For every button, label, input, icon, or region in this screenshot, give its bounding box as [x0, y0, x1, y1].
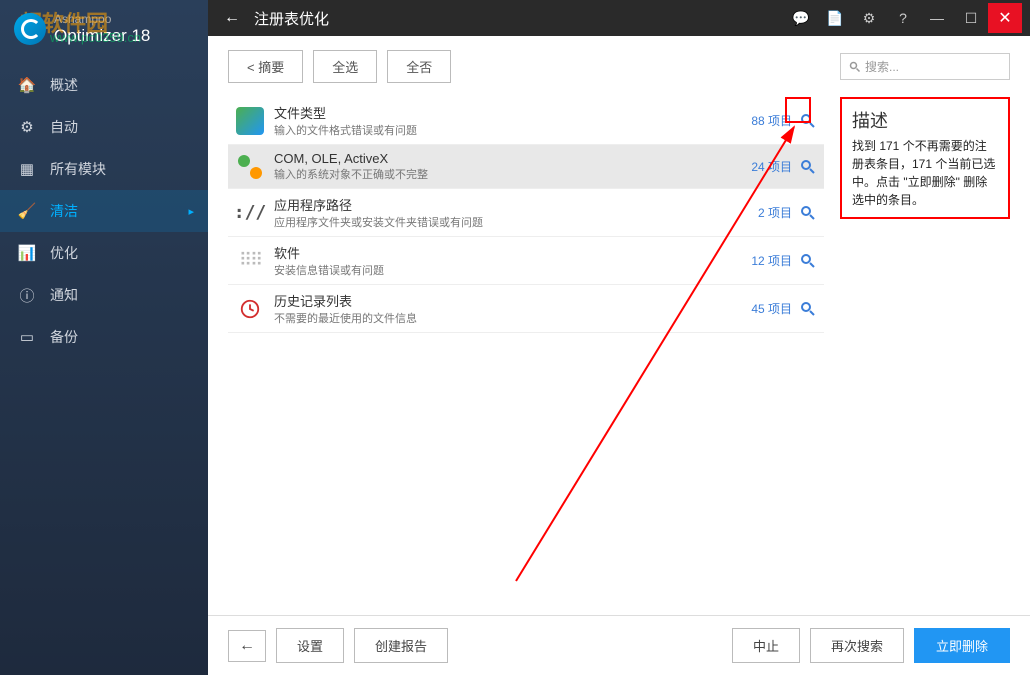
magnify-icon[interactable] [800, 301, 816, 317]
row-desc: 安装信息错误或有问题 [274, 262, 751, 278]
nav-list: 🏠 概述 ⚙ 自动 ▦ 所有模块 🧹 清洁 📊 优化 ⓘ 通知 ▭ 备份 [0, 64, 208, 675]
report-button[interactable]: 创建报告 [354, 628, 448, 663]
path-icon: :// [236, 199, 264, 227]
sidebar: 超软件园 www.pc0359.cn Ashampoo Optimizer 18… [0, 0, 208, 675]
summary-button[interactable]: < 摘要 [228, 50, 303, 83]
stop-button[interactable]: 中止 [732, 628, 800, 663]
rescan-button[interactable]: 再次搜索 [810, 628, 904, 663]
window-controls: 💬 📄 ⚙ ? — ☐ ✕ [784, 3, 1022, 33]
gear-icon[interactable]: ⚙ [852, 3, 886, 33]
com-icon [236, 153, 264, 181]
software-icon: ⠿⠿ [236, 247, 264, 275]
magnify-icon[interactable] [800, 159, 816, 175]
minimize-icon[interactable]: — [920, 3, 954, 33]
list-item[interactable]: 文件类型输入的文件格式错误或有问题 88 项目 [228, 97, 824, 145]
help-icon[interactable]: ? [886, 3, 920, 33]
search-input[interactable]: 搜索... [840, 53, 1010, 80]
nav-label: 概述 [50, 75, 78, 95]
row-desc: 不需要的最近使用的文件信息 [274, 310, 751, 326]
back-button[interactable]: ← [216, 5, 248, 31]
main-area: ← 注册表优化 💬 📄 ⚙ ? — ☐ ✕ < 摘要 全选 全否 搜索... 文… [208, 0, 1030, 675]
home-icon: 🏠 [18, 76, 36, 94]
magnify-icon[interactable] [800, 205, 816, 221]
nav-label: 备份 [50, 327, 78, 347]
settings-button[interactable]: 设置 [276, 628, 344, 663]
page-title: 注册表优化 [254, 8, 784, 29]
nav-auto[interactable]: ⚙ 自动 [0, 106, 208, 148]
row-title: COM, OLE, ActiveX [274, 151, 751, 166]
select-all-button[interactable]: 全选 [313, 50, 377, 83]
row-title: 历史记录列表 [274, 291, 751, 310]
list-item[interactable]: ⠿⠿ 软件安装信息错误或有问题 12 项目 [228, 237, 824, 285]
titlebar: ← 注册表优化 💬 📄 ⚙ ? — ☐ ✕ [208, 0, 1030, 36]
row-title: 应用程序路径 [274, 195, 758, 214]
watermark-line2: www.pc0359.cn [50, 30, 141, 45]
note-icon[interactable]: 📄 [818, 3, 852, 33]
description-panel: 描述 找到 171 个不再需要的注册表条目，171 个当前已选中。点击 "立即删… [840, 97, 1010, 219]
row-title: 文件类型 [274, 103, 751, 122]
footer: ← 设置 创建报告 中止 再次搜索 立即删除 [208, 615, 1030, 675]
magnify-icon[interactable] [800, 253, 816, 269]
nav-modules[interactable]: ▦ 所有模块 [0, 148, 208, 190]
logo-area: 超软件园 www.pc0359.cn Ashampoo Optimizer 18 [0, 0, 208, 64]
nav-label: 通知 [50, 285, 78, 305]
grid-icon: ▦ [18, 160, 36, 178]
row-desc: 输入的文件格式错误或有问题 [274, 122, 751, 138]
close-icon[interactable]: ✕ [988, 3, 1022, 33]
chat-icon[interactable]: 💬 [784, 3, 818, 33]
search-placeholder: 搜索... [865, 58, 899, 75]
nav-clean[interactable]: 🧹 清洁 [0, 190, 208, 232]
nav-optimize[interactable]: 📊 优化 [0, 232, 208, 274]
nav-notify[interactable]: ⓘ 通知 [0, 274, 208, 316]
nav-label: 清洁 [50, 201, 78, 221]
select-none-button[interactable]: 全否 [387, 50, 451, 83]
description-title: 描述 [852, 107, 998, 133]
row-count: 12 项目 [751, 252, 792, 269]
row-count: 24 项目 [751, 158, 792, 175]
row-count: 2 项目 [758, 204, 792, 221]
delete-now-button[interactable]: 立即删除 [914, 628, 1010, 663]
toolbar: < 摘要 全选 全否 搜索... [208, 36, 1030, 97]
row-desc: 输入的系统对象不正确或不完整 [274, 166, 751, 182]
history-icon [236, 295, 264, 323]
row-title: 软件 [274, 243, 751, 262]
registry-list: 文件类型输入的文件格式错误或有问题 88 项目 COM, OLE, Active… [228, 97, 824, 615]
content-area: 文件类型输入的文件格式错误或有问题 88 项目 COM, OLE, Active… [208, 97, 1030, 615]
footer-back-button[interactable]: ← [228, 630, 266, 662]
nav-label: 所有模块 [50, 159, 106, 179]
list-item[interactable]: COM, OLE, ActiveX输入的系统对象不正确或不完整 24 项目 [228, 145, 824, 189]
search-icon [849, 61, 861, 73]
gauge-icon: 📊 [18, 244, 36, 262]
nav-label: 优化 [50, 243, 78, 263]
row-desc: 应用程序文件夹或安装文件夹错误或有问题 [274, 214, 758, 230]
list-item[interactable]: :// 应用程序路径应用程序文件夹或安装文件夹错误或有问题 2 项目 [228, 189, 824, 237]
maximize-icon[interactable]: ☐ [954, 3, 988, 33]
backup-icon: ▭ [18, 328, 36, 346]
info-icon: ⓘ [18, 286, 36, 304]
nav-label: 自动 [50, 117, 78, 137]
broom-icon: 🧹 [18, 202, 36, 220]
auto-icon: ⚙ [18, 118, 36, 136]
app-logo-icon [14, 13, 46, 45]
nav-overview[interactable]: 🏠 概述 [0, 64, 208, 106]
description-body: 找到 171 个不再需要的注册表条目，171 个当前已选中。点击 "立即删除" … [852, 137, 998, 209]
row-count: 88 项目 [751, 112, 792, 129]
row-count: 45 项目 [751, 300, 792, 317]
list-item[interactable]: 历史记录列表不需要的最近使用的文件信息 45 项目 [228, 285, 824, 333]
nav-backup[interactable]: ▭ 备份 [0, 316, 208, 358]
filetype-icon [236, 107, 264, 135]
magnify-icon[interactable] [800, 113, 816, 129]
